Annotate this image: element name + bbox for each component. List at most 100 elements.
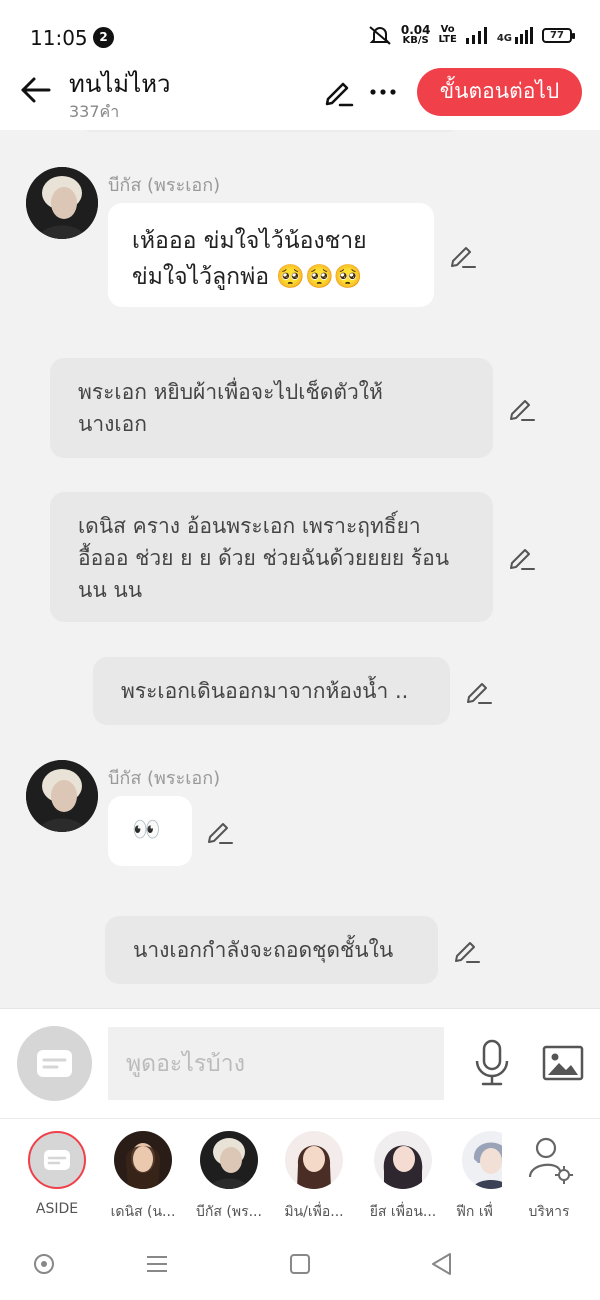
- edit-title-button[interactable]: [322, 75, 356, 109]
- more-options-button[interactable]: [366, 75, 400, 109]
- narration-line: นางเอก: [78, 412, 147, 436]
- avatar-portrait: [200, 1131, 258, 1189]
- narration-line: พระเอก หยิบผ้าเพื่อจะไปเช็ดตัวให้: [78, 380, 383, 404]
- narration-bubble[interactable]: นางเอกกำลังจะถอดชุดชั้นใน: [105, 916, 438, 984]
- message-bubble[interactable]: เห้อออ ข่มใจไว้น้องชาย ข่มใจไว้ลูกพ่อ 🥺🥺…: [108, 203, 434, 307]
- volte-indicator: Vo LTE: [438, 25, 456, 45]
- nav-home-button[interactable]: [286, 1250, 314, 1278]
- character-label: ฟีก เพื่: [456, 1204, 493, 1220]
- character-label: มิน/เพื่อ...: [284, 1204, 344, 1220]
- notification-count-badge: 2: [93, 27, 114, 48]
- pencil-icon: [325, 82, 354, 107]
- image-icon: [542, 1045, 584, 1081]
- circle-dot-icon: [34, 1254, 54, 1274]
- nav-menu-button[interactable]: [143, 1250, 171, 1278]
- message-line: 👀: [132, 817, 161, 843]
- edit-message-button[interactable]: [452, 935, 482, 965]
- narration-line: เดนิส คราง อ้อนพระเอก เพราะฤทธิ์ยา: [78, 514, 421, 538]
- next-step-button[interactable]: ขั้นตอนต่อไป: [417, 68, 582, 116]
- message-bubble[interactable]: 👀: [108, 796, 192, 866]
- more-horizontal-icon: [370, 89, 396, 95]
- word-count: 337คำ: [69, 102, 120, 121]
- edit-message-button[interactable]: [507, 393, 537, 423]
- character-label: บริหาร: [528, 1204, 570, 1220]
- pencil-icon: [451, 247, 476, 268]
- arrow-left-icon: [21, 77, 51, 103]
- character-avatar: [374, 1131, 432, 1189]
- narration-line: อื้อออ ช่วย ย ย ด้วย ช่วยฉันด้วยยยย ร้อน: [78, 546, 450, 570]
- avatar-portrait: [26, 167, 98, 239]
- character-avatar: [114, 1131, 172, 1189]
- character-aside[interactable]: ASIDE: [17, 1131, 97, 1217]
- image-button[interactable]: [541, 1041, 585, 1085]
- aside-toggle-button[interactable]: [17, 1026, 92, 1101]
- edit-message-button[interactable]: [507, 542, 537, 572]
- previous-bubble-edge: [80, 130, 460, 132]
- character-min[interactable]: มิน/เพื่อ...: [274, 1131, 354, 1223]
- pencil-icon: [208, 823, 233, 844]
- aside-avatar: [28, 1131, 86, 1189]
- character-label: บีกัส (พร...: [196, 1204, 262, 1220]
- nav-assistant-button[interactable]: [30, 1250, 58, 1278]
- user-settings-icon: [528, 1137, 573, 1184]
- character-fik[interactable]: ฟีก เพื่: [450, 1131, 502, 1223]
- status-time: 11:05: [30, 26, 88, 50]
- input-area: [0, 1008, 600, 1118]
- nav-back-button[interactable]: [428, 1250, 456, 1278]
- network-label: 4G: [496, 33, 512, 44]
- page-title: ทนไม่ไหว: [69, 70, 171, 98]
- header: ทนไม่ไหว 337คำ ขั้นตอนต่อไป: [0, 60, 600, 130]
- microphone-icon: [475, 1039, 509, 1086]
- chat-area[interactable]: บีกัส (พระเอก) เห้อออ ข่มใจไว้น้องชาย ข่…: [0, 130, 600, 1008]
- message-input[interactable]: [108, 1027, 444, 1100]
- narration-bubble[interactable]: พระเอก หยิบผ้าเพื่อจะไปเช็ดตัวให้ นางเอก: [50, 358, 493, 458]
- character-yis[interactable]: ยีส เพื่อน...: [363, 1131, 443, 1223]
- narration-bubble[interactable]: พระเอกเดินออกมาจากห้องน้ำ ..: [93, 657, 450, 725]
- network-4g: 4G: [497, 26, 534, 44]
- narration-line: นางเอกกำลังจะถอดชุดชั้นใน: [133, 938, 394, 962]
- avatar-portrait: [297, 1145, 331, 1189]
- avatar[interactable]: [26, 167, 98, 239]
- mute-bell-icon: [369, 26, 391, 45]
- message-line: เห้อออ ข่มใจไว้น้องชาย: [132, 228, 367, 254]
- speaker-name: บีกัส (พระเอก): [108, 175, 221, 196]
- signal-icon: [465, 27, 487, 44]
- signal-icon-2: [515, 27, 533, 44]
- avatar-portrait: [472, 1142, 502, 1189]
- narration-bubble[interactable]: เดนิส คราง อ้อนพระเอก เพราะฤทธิ์ยา อื้ออ…: [50, 492, 493, 622]
- menu-icon: [147, 1256, 167, 1272]
- character-avatar: [462, 1131, 502, 1189]
- character-label: เดนิส (น...: [110, 1204, 176, 1220]
- edit-message-button[interactable]: [205, 816, 235, 846]
- system-nav-bar: [0, 1228, 600, 1300]
- character-avatar: [200, 1131, 258, 1189]
- character-denis[interactable]: เดนิส (น...: [103, 1131, 183, 1223]
- status-icons: 0.04 KB/S Vo LTE 4G 77: [367, 24, 575, 46]
- chat-bubble-icon: [37, 1050, 72, 1077]
- message-line: ข่มใจไว้ลูกพ่อ 🥺🥺🥺: [132, 264, 363, 290]
- avatar[interactable]: [26, 760, 98, 832]
- character-manage[interactable]: บริหาร: [509, 1131, 589, 1223]
- edit-message-button[interactable]: [464, 676, 494, 706]
- net-speed-unit: KB/S: [402, 35, 429, 46]
- narration-line: พระเอกเดินออกมาจากห้องน้ำ ..: [121, 679, 409, 703]
- character-bar: ASIDE เดนิส (น... บีกัส (พร... มิน/เพื่อ…: [0, 1118, 600, 1228]
- triangle-back-icon: [432, 1253, 451, 1275]
- narration-line: นน นน: [78, 578, 143, 602]
- mic-button[interactable]: [472, 1039, 512, 1087]
- pencil-icon: [455, 942, 480, 963]
- avatar-portrait: [383, 1145, 423, 1189]
- character-label: ASIDE: [35, 1201, 79, 1217]
- speaker-name: บีกัส (พระเอก): [108, 768, 221, 789]
- volte-bottom: LTE: [438, 34, 457, 45]
- chat-bubble-icon: [44, 1150, 70, 1170]
- character-bikas[interactable]: บีกัส (พร...: [189, 1131, 269, 1223]
- back-button[interactable]: [18, 72, 54, 108]
- edit-message-button[interactable]: [448, 240, 478, 270]
- pencil-icon: [510, 400, 535, 421]
- pencil-icon: [510, 549, 535, 570]
- pencil-icon: [467, 683, 492, 704]
- character-label: ยีส เพื่อน...: [369, 1204, 437, 1220]
- battery-icon: 77: [542, 27, 575, 43]
- square-icon: [290, 1254, 310, 1274]
